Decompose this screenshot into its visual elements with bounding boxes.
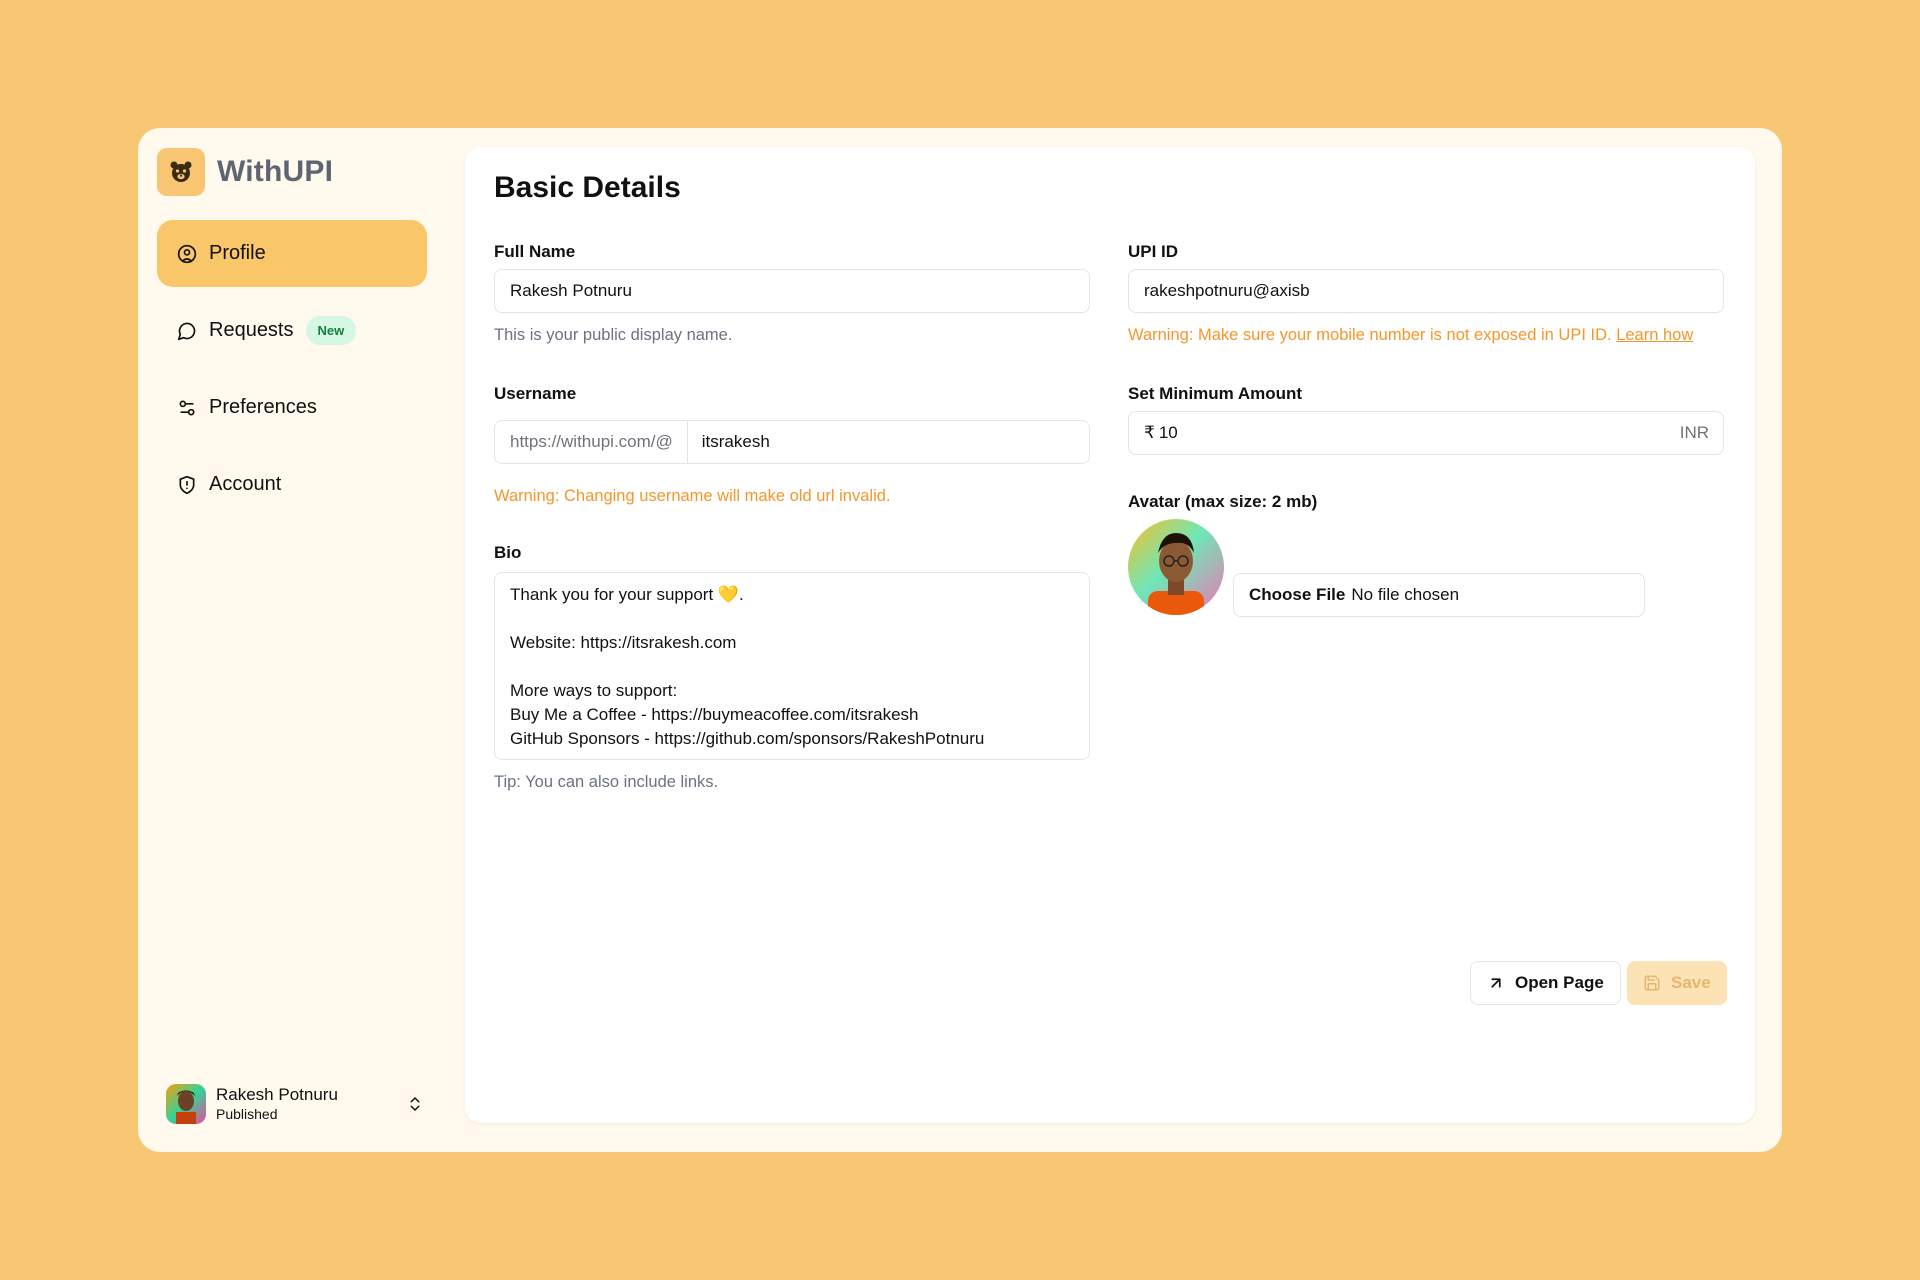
bear-logo-icon — [157, 148, 205, 196]
sidebar-item-label: Profile — [209, 242, 266, 264]
bio-line: Buy Me a Coffee - https://buymeacoffee.c… — [510, 705, 919, 724]
save-button[interactable]: Save — [1627, 961, 1727, 1005]
file-status: No file chosen — [1351, 585, 1460, 604]
sidebar-item-profile[interactable]: Profile — [157, 220, 427, 287]
upi-warning-text: Warning: Make sure your mobile number is… — [1128, 326, 1612, 344]
new-badge: New — [305, 316, 357, 345]
sidebar-item-label: Requests — [209, 319, 294, 341]
bio-textarea[interactable]: Thank you for your support 💛. Website: h… — [494, 572, 1090, 760]
brand[interactable]: WithUPI — [157, 148, 333, 196]
bio-hint: Tip: You can also include links. — [494, 773, 719, 791]
full-name-hint: This is your public display name. — [494, 326, 733, 344]
full-name-input[interactable]: Rakesh Potnuru — [494, 269, 1090, 313]
username-label: Username — [494, 384, 577, 403]
avatar-preview — [1128, 519, 1224, 615]
message-circle-icon — [177, 322, 196, 340]
avatar-label: Avatar (max size: 2 mb) — [1128, 492, 1318, 511]
app-name: WithUPI — [217, 155, 334, 188]
user-switcher[interactable]: Rakesh Potnuru Published — [166, 1082, 424, 1126]
sliders-icon — [179, 400, 195, 415]
sidebar-nav: Profile Requests New Preferences Account — [157, 220, 427, 528]
chevrons-up-down-icon[interactable] — [406, 1093, 424, 1115]
user-name: Rakesh Potnuru — [216, 1085, 338, 1104]
main-panel: Basic Details Full Name Rakesh Potnuru T… — [465, 147, 1755, 1123]
upi-id-warning: Warning: Make sure your mobile number is… — [1128, 326, 1693, 345]
open-page-label: Open Page — [1515, 973, 1604, 992]
upi-id-label: UPI ID — [1128, 242, 1179, 261]
learn-how-link[interactable]: Learn how — [1616, 326, 1693, 344]
bio-line — [510, 607, 1074, 631]
app-window: WithUPI Profile Requests New Preferences — [138, 128, 1782, 1152]
avatar-file-input[interactable]: Choose File No file chosen — [1233, 573, 1645, 617]
upi-id-input[interactable]: rakeshpotnuru@axisb — [1128, 269, 1724, 313]
user-info: Rakesh Potnuru Published — [216, 1085, 396, 1123]
sidebar-item-preferences[interactable]: Preferences — [157, 374, 427, 441]
currency-suffix: INR — [1679, 423, 1709, 442]
bio-line — [510, 655, 1074, 679]
min-amount-value: 10 — [1158, 423, 1178, 442]
username-prefix: https://withupi.com/@ — [495, 421, 688, 463]
bio-line: Thank you for your support 💛. — [510, 585, 744, 604]
rupee-icon: ₹ — [1144, 423, 1155, 442]
sidebar-item-label: Account — [209, 473, 282, 495]
user-status: Published — [216, 1106, 278, 1122]
sidebar-item-label: Preferences — [209, 396, 317, 418]
sidebar-item-account[interactable]: Account — [157, 451, 427, 518]
bio-line: Website: https://itsrakesh.com — [510, 633, 737, 652]
username-warning: Warning: Changing username will make old… — [494, 487, 891, 505]
sidebar-item-requests[interactable]: Requests New — [157, 297, 427, 364]
min-amount-label: Set Minimum Amount — [1128, 384, 1303, 403]
save-icon — [1644, 975, 1660, 991]
open-page-button[interactable]: Open Page — [1470, 961, 1621, 1005]
username-input[interactable]: https://withupi.com/@ itsrakesh — [494, 420, 1090, 464]
bio-line: More ways to support: — [510, 681, 678, 700]
bio-line: GitHub Sponsors - https://github.com/spo… — [510, 729, 985, 748]
shield-icon — [179, 475, 195, 494]
page-title: Basic Details — [494, 171, 681, 204]
username-value: itsrakesh — [701, 432, 770, 451]
avatar — [166, 1084, 206, 1124]
user-circle-icon — [177, 244, 197, 263]
arrow-up-right-icon — [1491, 978, 1501, 988]
choose-file-button[interactable]: Choose File — [1249, 585, 1345, 605]
bio-label: Bio — [494, 543, 522, 562]
min-amount-input[interactable]: ₹ 10 INR — [1128, 411, 1724, 455]
save-label: Save — [1671, 973, 1711, 992]
full-name-label: Full Name — [494, 242, 576, 261]
full-name-value: Rakesh Potnuru — [510, 281, 632, 300]
upi-id-value: rakeshpotnuru@axisb — [1144, 281, 1310, 300]
